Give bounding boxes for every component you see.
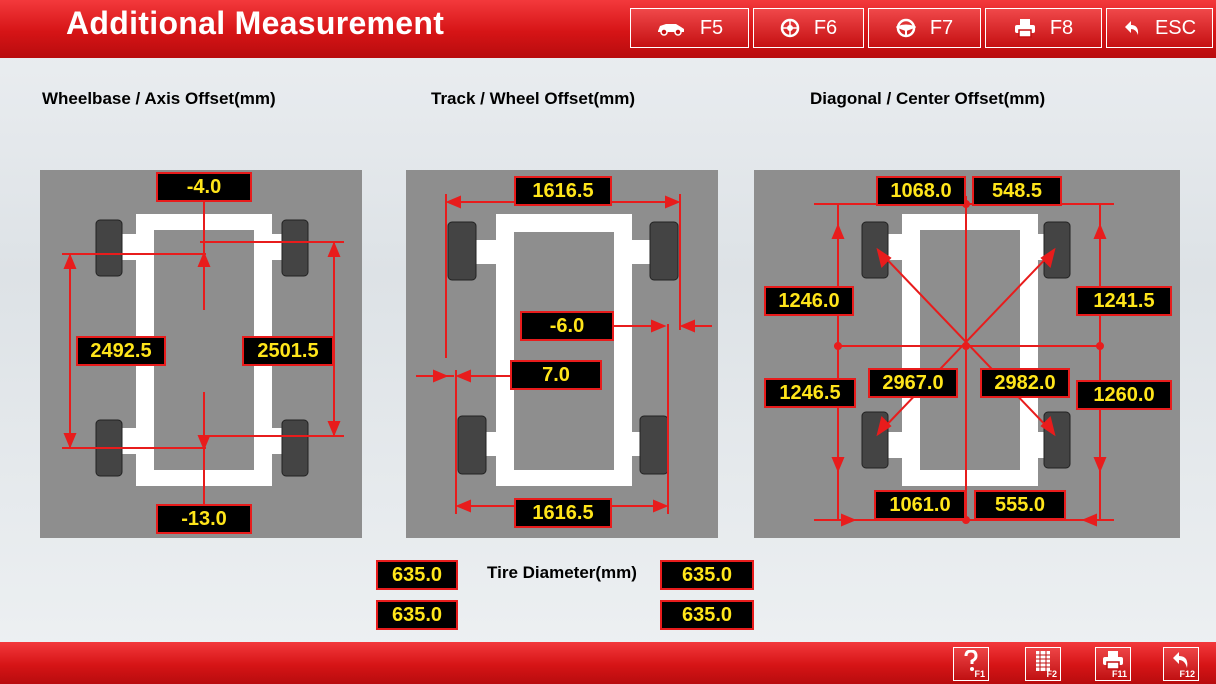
f7-steering-button[interactable]: F7 (868, 8, 981, 48)
right-rear-half-value: 1260.0 (1076, 380, 1172, 410)
left-wheel-offset-value: 7.0 (510, 360, 602, 390)
f8-label: F8 (1049, 16, 1074, 39)
f5-car-button[interactable]: F5 (630, 8, 749, 48)
f11-label: F11 (1111, 669, 1127, 679)
left-rear-half-value: 1246.5 (764, 378, 856, 408)
right-front-half-value: 1241.5 (1076, 286, 1172, 316)
steering-wheel-icon (895, 18, 916, 38)
f12-return-button[interactable]: F12 (1163, 647, 1199, 681)
front-track-value: 1616.5 (514, 176, 612, 206)
rear-track-value: 1616.5 (514, 498, 612, 528)
left-front-half-value: 1246.0 (764, 286, 854, 316)
f1-label: F1 (974, 669, 985, 679)
printer-icon (1096, 650, 1130, 670)
esc-back-button[interactable]: ESC (1106, 8, 1213, 48)
left-wheelbase-value: 2492.5 (76, 336, 166, 366)
car-icon (656, 20, 686, 36)
front-axis-offset-value: -4.0 (156, 172, 252, 202)
tire-diameter-front-left-value: 635.0 (376, 560, 458, 590)
vehicle-frame (476, 214, 652, 486)
tire-diameter-label: Tire Diameter(mm) (487, 563, 637, 582)
track-diagram (416, 194, 712, 514)
f6-wheel-button[interactable]: F6 (753, 8, 864, 48)
f5-label: F5 (699, 16, 724, 39)
diagonal-panel: 1068.0 548.5 1246.0 1241.5 2967.0 2982.0… (754, 170, 1180, 538)
tire-diameter-rear-right-value: 635.0 (660, 600, 754, 630)
tire-diameter-front-right-value: 635.0 (660, 560, 754, 590)
right-wheelbase-value: 2501.5 (242, 336, 334, 366)
printer-icon (1014, 18, 1036, 38)
f11-print-button[interactable]: F11 (1095, 647, 1131, 681)
f8-print-button[interactable]: F8 (985, 8, 1102, 48)
f12-label: F12 (1179, 669, 1195, 679)
vehicle-frame (886, 214, 1054, 486)
f7-label: F7 (929, 16, 954, 39)
rear-axis-offset-value: -13.0 (156, 504, 252, 534)
back-arrow-icon (1123, 19, 1141, 37)
front-right-half-value: 548.5 (972, 176, 1062, 206)
track-panel: 1616.5 -6.0 7.0 1616.5 (406, 170, 718, 538)
tire-diameter-rear-left-value: 635.0 (376, 600, 458, 630)
wheelbase-panel: -4.0 2492.5 2501.5 -13.0 (40, 170, 362, 538)
wheel-icon (780, 18, 800, 38)
diagonal-section-title: Diagonal / Center Offset(mm) (810, 89, 1046, 108)
track-section-title: Track / Wheel Offset(mm) (431, 89, 636, 108)
rear-right-half-value: 555.0 (974, 490, 1066, 520)
return-icon (1164, 650, 1198, 670)
right-wheel-offset-value: -6.0 (520, 311, 614, 341)
f2-label: F2 (1046, 669, 1057, 679)
rear-left-half-value: 1061.0 (874, 490, 966, 520)
diagonal-1-value: 2967.0 (868, 368, 958, 398)
wheelbase-section-title: Wheelbase / Axis Offset(mm) (42, 89, 276, 108)
front-left-half-value: 1068.0 (876, 176, 966, 206)
diagonal-2-value: 2982.0 (980, 368, 1070, 398)
esc-label: ESC (1154, 16, 1197, 39)
f2-tire-button[interactable]: F2 (1025, 647, 1061, 681)
page-title: Additional Measurement (66, 5, 445, 41)
diagonal-diagram (814, 196, 1114, 527)
f1-help-button[interactable]: F1 (953, 647, 989, 681)
f6-label: F6 (813, 16, 838, 39)
